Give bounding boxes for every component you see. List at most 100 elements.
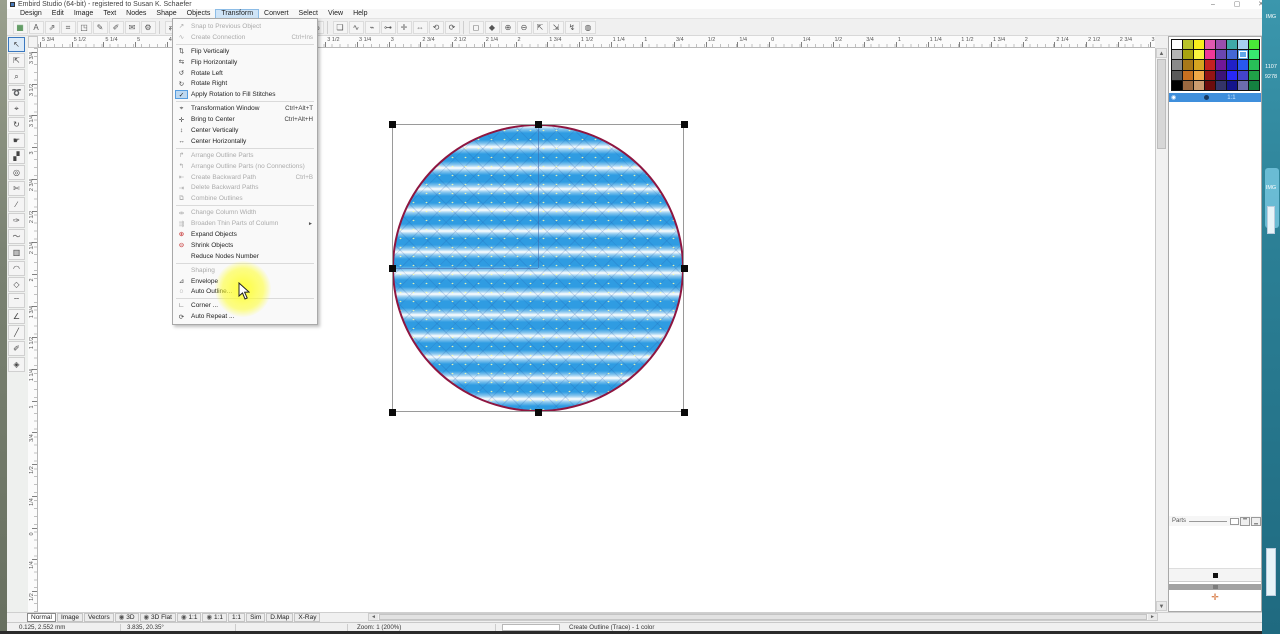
pages-icon[interactable]: ❏	[333, 21, 348, 34]
palette-swatch[interactable]	[1227, 60, 1237, 69]
palette-swatch[interactable]	[1238, 60, 1248, 69]
scroll-down-icon[interactable]: ▼	[1156, 601, 1167, 611]
column-tool-icon[interactable]: ▥	[8, 245, 25, 260]
redo-icon[interactable]: ⟳	[445, 21, 460, 34]
frame-icon[interactable]: ◳	[77, 21, 92, 34]
horizontal-scrollbar[interactable]: ◄ ►	[368, 613, 1158, 621]
zoom-tool-icon[interactable]: ⌕	[8, 69, 25, 84]
palette-swatch[interactable]	[1183, 71, 1193, 80]
diamond-icon[interactable]: ◆	[485, 21, 500, 34]
selection-handle-e[interactable]	[681, 265, 688, 272]
parts-value-box[interactable]	[1230, 518, 1239, 525]
zigzag-icon[interactable]: ⌁	[365, 21, 380, 34]
stitch-pen-icon[interactable]: ✑	[8, 213, 25, 228]
palette-swatch[interactable]	[1194, 50, 1204, 59]
maximize-button[interactable]: ▢	[1232, 0, 1242, 9]
crosshair-icon[interactable]: ✛	[397, 21, 412, 34]
palette-swatch[interactable]	[1216, 40, 1226, 49]
menubar-item-convert[interactable]: Convert	[259, 9, 294, 19]
sector-tool-icon[interactable]: ⌔	[8, 293, 25, 308]
palette-swatch[interactable]	[1249, 71, 1259, 80]
view-button-1-1[interactable]: ◉ 1:1	[202, 613, 227, 622]
scroll-up-icon[interactable]: ▲	[1156, 48, 1167, 58]
menu-item-flip-horizontally[interactable]: ⇆Flip Horizontally	[173, 57, 317, 68]
palette-swatch[interactable]	[1183, 40, 1193, 49]
panel-divider[interactable]	[1169, 584, 1261, 590]
arrows-icon[interactable]: ⇔	[413, 21, 428, 34]
palette-swatch[interactable]	[1216, 81, 1226, 90]
view-button-x-ray[interactable]: X-Ray	[294, 613, 320, 622]
palette-swatch[interactable]	[1205, 40, 1215, 49]
palette-swatch[interactable]	[1172, 40, 1182, 49]
palette-swatch[interactable]	[1227, 40, 1237, 49]
view-button-1-1[interactable]: ◉ 1:1	[177, 613, 202, 622]
menu-item-reduce-nodes-number[interactable]: Reduce Nodes Number	[173, 251, 317, 262]
menubar-item-edit[interactable]: Edit	[47, 9, 69, 19]
palette-swatch[interactable]	[1227, 50, 1237, 59]
palette-swatch[interactable]	[1205, 71, 1215, 80]
menu-item-shrink-objects[interactable]: ⊖Shrink Objects	[173, 240, 317, 251]
pencil-icon[interactable]: ✎	[93, 21, 108, 34]
parts-slider[interactable]	[1189, 521, 1227, 522]
parts-up-button[interactable]: ▔	[1240, 517, 1250, 526]
hand-tool-icon[interactable]: ☛	[8, 133, 25, 148]
menu-item-rotate-right[interactable]: ↻Rotate Right	[173, 78, 317, 89]
fill-pattern-icon[interactable]: ▦	[13, 21, 28, 34]
menu-item-transformation-window[interactable]: ⌖Transformation WindowCtrl+Alt+T	[173, 103, 317, 114]
palette-swatch[interactable]	[1183, 81, 1193, 90]
undo-icon[interactable]: ⟲	[429, 21, 444, 34]
selection-handle-se[interactable]	[681, 409, 688, 416]
text-tool-icon[interactable]: A	[29, 21, 44, 34]
connect-icon[interactable]: ⊶	[381, 21, 396, 34]
palette-swatch[interactable]	[1183, 50, 1193, 59]
palette-swatch[interactable]	[1238, 50, 1248, 59]
palette-swatch[interactable]	[1238, 71, 1248, 80]
transform-arrow-icon[interactable]: ⇗	[45, 21, 60, 34]
status-input-box[interactable]	[502, 624, 560, 631]
menubar-item-nodes[interactable]: Nodes	[121, 9, 151, 19]
menu-item-expand-objects[interactable]: ⊕Expand Objects	[173, 229, 317, 240]
horizontal-scroll-thumb[interactable]	[379, 614, 1147, 620]
menubar-item-transform[interactable]: Transform	[215, 9, 259, 19]
square-icon[interactable]: ◻	[469, 21, 484, 34]
palette-swatch[interactable]	[1183, 60, 1193, 69]
palette-swatch[interactable]	[1194, 81, 1204, 90]
palette-swatch[interactable]	[1216, 60, 1226, 69]
measure-tool-icon[interactable]: ✐	[8, 341, 25, 356]
selection-handle-n[interactable]	[535, 121, 542, 128]
palette-swatch[interactable]	[1249, 60, 1259, 69]
divider-handle[interactable]	[1213, 585, 1218, 589]
menu-item-broaden-thin-parts-of-column[interactable]: ⇶Broaden Thin Parts of Column►	[173, 218, 317, 229]
selection-handle-s[interactable]	[535, 409, 542, 416]
palette-swatch[interactable]	[1238, 40, 1248, 49]
shrink-icon[interactable]: ⊖	[517, 21, 532, 34]
stitch-marker-row[interactable]	[1169, 568, 1261, 582]
menu-item-flip-vertically[interactable]: ⇅Flip Vertically	[173, 46, 317, 57]
palette-swatch[interactable]	[1172, 81, 1182, 90]
anchor-icon[interactable]: ⇲	[549, 21, 564, 34]
view-button-3d-flat[interactable]: ◉ 3D Flat	[140, 613, 176, 622]
menu-item-create-connection[interactable]: ∿Create ConnectionCtrl+Ins	[173, 32, 317, 43]
palette-swatch[interactable]	[1194, 71, 1204, 80]
menu-item-center-horizontally[interactable]: ↔Center Horizontally	[173, 136, 317, 147]
object-list-selected-row[interactable]: ◉ 1:1	[1169, 93, 1261, 102]
menu-item-delete-backward-paths[interactable]: ⇥Delete Backward Paths	[173, 182, 317, 193]
palette-swatch[interactable]	[1172, 50, 1182, 59]
grid-icon[interactable]: ⌗	[61, 21, 76, 34]
palette-swatch[interactable]	[1172, 60, 1182, 69]
view-button-normal[interactable]: Normal	[27, 613, 56, 622]
vertical-scroll-thumb[interactable]	[1157, 59, 1166, 149]
slope-tool-icon[interactable]: ╱	[8, 325, 25, 340]
selection-handle-w[interactable]	[389, 265, 396, 272]
visibility-eye-icon[interactable]: ◉	[1171, 94, 1176, 101]
ring-tool-icon[interactable]: ◎	[8, 165, 25, 180]
curve-tool-icon[interactable]: 〜	[8, 229, 25, 244]
selection-handle-ne[interactable]	[681, 121, 688, 128]
menubar-item-objects[interactable]: Objects	[182, 9, 216, 19]
palette-swatch[interactable]	[1205, 81, 1215, 90]
line-tool-icon[interactable]: ∕	[8, 197, 25, 212]
vertical-scrollbar[interactable]: ▲ ▼	[1155, 48, 1166, 612]
menu-item-apply-rotation-to-fill-stitches[interactable]: ✓Apply Rotation to Fill Stitches	[173, 89, 317, 100]
lightning-icon[interactable]: ↯	[565, 21, 580, 34]
selection-handle-nw[interactable]	[389, 121, 396, 128]
